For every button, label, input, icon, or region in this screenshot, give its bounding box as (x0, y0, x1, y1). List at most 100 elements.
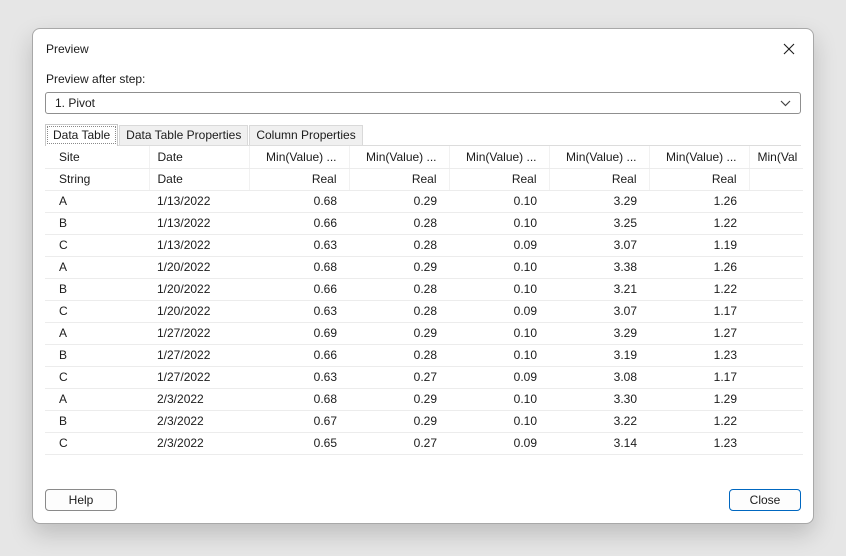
table-cell: 3.08 (549, 366, 649, 388)
tab-column-properties[interactable]: Column Properties (249, 125, 362, 145)
table-cell: 2/3/2022 (149, 388, 249, 410)
table-cell: 0.66 (249, 278, 349, 300)
column-type: Real (449, 168, 549, 190)
chevron-down-icon (780, 96, 791, 110)
table-row: A1/27/20220.690.290.103.291.27 (45, 322, 803, 344)
dialog-footer: Help Close (33, 479, 813, 523)
table-cell (749, 234, 803, 256)
table-cell: 1.26 (649, 256, 749, 278)
table-cell: 0.68 (249, 388, 349, 410)
table-cell: 3.29 (549, 190, 649, 212)
table-cell: 2/3/2022 (149, 410, 249, 432)
column-header: Site (45, 146, 149, 168)
table-cell: 1/27/2022 (149, 366, 249, 388)
table-cell: 3.22 (549, 410, 649, 432)
tab-data-table[interactable]: Data Table (45, 124, 118, 146)
table-cell: 0.28 (349, 234, 449, 256)
table-row: SiteDateMin(Value) ...Min(Value) ...Min(… (45, 146, 803, 168)
table-cell: 0.09 (449, 300, 549, 322)
table-row: C1/27/20220.630.270.093.081.17 (45, 366, 803, 388)
table-cell: 1/13/2022 (149, 212, 249, 234)
table-cell: 0.69 (249, 322, 349, 344)
dialog-content: Preview after step: 1. Pivot Data Table … (33, 62, 813, 479)
table-cell: 0.66 (249, 212, 349, 234)
tab-strip: Data Table Data Table Properties Column … (45, 124, 801, 146)
table-cell: A (45, 190, 149, 212)
column-type: Real (549, 168, 649, 190)
table-cell: 0.65 (249, 432, 349, 454)
column-type: Real (349, 168, 449, 190)
table-cell: 1.23 (649, 432, 749, 454)
table-cell: 3.07 (549, 234, 649, 256)
close-button[interactable]: Close (729, 489, 801, 511)
table-row: B2/3/20220.670.290.103.221.22 (45, 410, 803, 432)
table-cell (749, 410, 803, 432)
table-cell: 2/3/2022 (149, 432, 249, 454)
table-cell: 1.22 (649, 278, 749, 300)
table-cell: 1/27/2022 (149, 344, 249, 366)
table-cell: 0.28 (349, 212, 449, 234)
table-row: A1/20/20220.680.290.103.381.26 (45, 256, 803, 278)
close-icon[interactable] (774, 38, 804, 60)
dialog-title: Preview (46, 42, 89, 56)
column-header: Min(Value) ... (449, 146, 549, 168)
column-header: Date (149, 146, 249, 168)
table-cell: A (45, 256, 149, 278)
table-cell: 0.68 (249, 190, 349, 212)
table-cell: 1.26 (649, 190, 749, 212)
table-cell (749, 278, 803, 300)
table-cell (749, 300, 803, 322)
table-row: B1/13/20220.660.280.103.251.22 (45, 212, 803, 234)
column-header: Min(Value) ... (249, 146, 349, 168)
column-type: Date (149, 168, 249, 190)
table-cell: 0.10 (449, 322, 549, 344)
column-type: Real (649, 168, 749, 190)
table-cell: C (45, 234, 149, 256)
table-cell: B (45, 410, 149, 432)
table-cell: 0.63 (249, 234, 349, 256)
table-cell: 0.28 (349, 278, 449, 300)
table-cell: 1.27 (649, 322, 749, 344)
help-button[interactable]: Help (45, 489, 117, 511)
preview-table: SiteDateMin(Value) ...Min(Value) ...Min(… (45, 146, 803, 455)
table-cell: 1/20/2022 (149, 256, 249, 278)
table-cell: 0.10 (449, 388, 549, 410)
table-cell: 1.19 (649, 234, 749, 256)
table-cell (749, 366, 803, 388)
step-dropdown-value: 1. Pivot (55, 96, 95, 110)
column-type: String (45, 168, 149, 190)
table-cell: B (45, 344, 149, 366)
table-cell: 1/27/2022 (149, 322, 249, 344)
table-cell: 0.10 (449, 344, 549, 366)
table-cell: 0.28 (349, 300, 449, 322)
table-cell: 1/13/2022 (149, 190, 249, 212)
table-row: StringDateRealRealRealRealReal (45, 168, 803, 190)
table-row: B1/20/20220.660.280.103.211.22 (45, 278, 803, 300)
step-dropdown[interactable]: 1. Pivot (45, 92, 801, 114)
table-cell: 0.27 (349, 366, 449, 388)
table-cell: 0.10 (449, 190, 549, 212)
data-table-region: SiteDateMin(Value) ...Min(Value) ...Min(… (45, 146, 803, 479)
table-cell (749, 190, 803, 212)
table-cell: 1.23 (649, 344, 749, 366)
table-row: C1/20/20220.630.280.093.071.17 (45, 300, 803, 322)
dialog-titlebar: Preview (33, 29, 813, 62)
table-row: B1/27/20220.660.280.103.191.23 (45, 344, 803, 366)
table-cell: 0.29 (349, 190, 449, 212)
column-header: Min(Value) ... (549, 146, 649, 168)
table-cell: 1/20/2022 (149, 278, 249, 300)
table-cell: 3.25 (549, 212, 649, 234)
tab-data-table-properties[interactable]: Data Table Properties (119, 125, 248, 145)
table-cell: 1.17 (649, 300, 749, 322)
table-cell: 0.68 (249, 256, 349, 278)
table-cell: A (45, 388, 149, 410)
table-cell: 3.30 (549, 388, 649, 410)
table-cell: 3.07 (549, 300, 649, 322)
table-cell: 1.17 (649, 366, 749, 388)
table-cell: C (45, 300, 149, 322)
table-cell: 1.22 (649, 410, 749, 432)
column-header: Min(Value) ... (349, 146, 449, 168)
table-cell: 0.29 (349, 410, 449, 432)
column-type: Real (249, 168, 349, 190)
table-cell (749, 344, 803, 366)
